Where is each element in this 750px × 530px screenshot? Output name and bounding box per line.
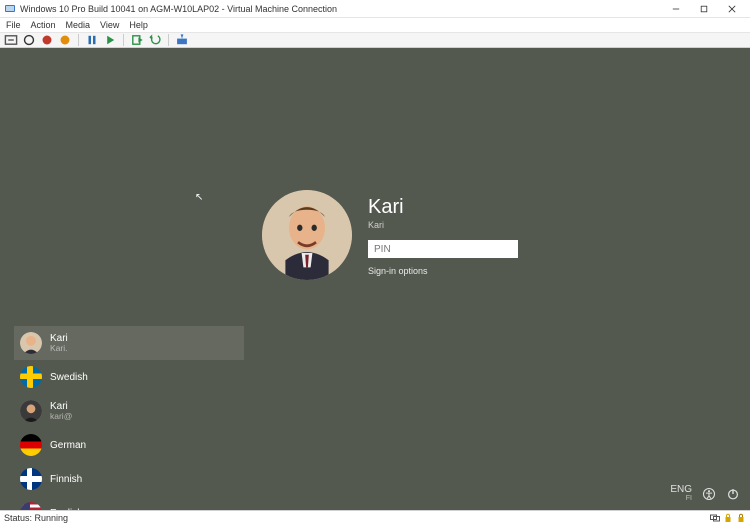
display-config-icon[interactable] <box>710 513 720 523</box>
window-close-button[interactable] <box>718 0 746 18</box>
toolbar-separator <box>123 34 124 46</box>
turn-off-button[interactable] <box>22 33 36 47</box>
mouse-cursor-icon: ↖ <box>195 192 203 203</box>
window-maximize-button[interactable] <box>690 0 718 18</box>
window-titlebar: Windows 10 Pro Build 10041 on AGM-W10LAP… <box>0 0 750 18</box>
user-item-kari-2[interactable]: Kari kari@ <box>14 394 244 428</box>
security-icon[interactable] <box>723 513 733 523</box>
toolbar-separator <box>78 34 79 46</box>
user-name: Swedish <box>50 372 88 383</box>
revert-button[interactable] <box>148 33 162 47</box>
lock-screen-controls: ENG FI <box>670 485 740 502</box>
menubar: File Action Media View Help <box>0 18 750 32</box>
ease-of-access-button[interactable] <box>702 487 716 501</box>
menu-media[interactable]: Media <box>66 20 91 30</box>
user-name: Finnish <box>50 474 82 485</box>
login-center: Kari Kari Sign-in options <box>262 190 518 280</box>
window-title: Windows 10 Pro Build 10041 on AGM-W10LAP… <box>20 4 337 14</box>
status-text: Status: Running <box>4 513 68 523</box>
selected-user-avatar <box>262 190 352 280</box>
shut-down-button[interactable] <box>40 33 54 47</box>
menu-help[interactable]: Help <box>129 20 148 30</box>
user-item-finnish[interactable]: Finnish <box>14 462 244 496</box>
lock-icon[interactable] <box>736 513 746 523</box>
ctrl-alt-del-button[interactable] <box>4 33 18 47</box>
reset-button[interactable] <box>103 33 117 47</box>
sweden-flag-icon <box>20 366 42 388</box>
share-button[interactable] <box>175 33 189 47</box>
statusbar: Status: Running <box>0 510 750 524</box>
finland-flag-icon <box>20 468 42 490</box>
lang-primary: ENG <box>670 485 692 495</box>
language-switcher[interactable]: ENG FI <box>670 485 692 502</box>
toolbar <box>0 32 750 48</box>
user-sub: Kari. <box>50 344 68 353</box>
checkpoint-button[interactable] <box>130 33 144 47</box>
user-item-kari[interactable]: Kari Kari. <box>14 326 244 360</box>
selected-user-name: Kari <box>368 196 518 219</box>
user-name: German <box>50 440 86 451</box>
lang-secondary: FI <box>670 495 692 502</box>
window-minimize-button[interactable] <box>662 0 690 18</box>
power-button[interactable] <box>726 487 740 501</box>
avatar <box>20 332 42 354</box>
user-item-german[interactable]: German <box>14 428 244 462</box>
menu-file[interactable]: File <box>6 20 21 30</box>
menu-action[interactable]: Action <box>31 20 56 30</box>
pin-input[interactable] <box>368 240 518 258</box>
selected-user-email: Kari <box>368 220 518 230</box>
save-button[interactable] <box>58 33 72 47</box>
user-sub: kari@ <box>50 412 72 421</box>
guest-lock-screen: ↖ Kari Kari Sign-in options <box>0 48 750 510</box>
menu-view[interactable]: View <box>100 20 119 30</box>
user-item-swedish[interactable]: Swedish <box>14 360 244 394</box>
status-tray <box>710 513 746 523</box>
germany-flag-icon <box>20 434 42 456</box>
sign-in-options-link[interactable]: Sign-in options <box>368 266 518 276</box>
pause-button[interactable] <box>85 33 99 47</box>
login-block: Kari Kari Sign-in options <box>368 190 518 276</box>
user-accounts-list: Kari Kari. Swedish Kari kari@ German <box>14 326 244 530</box>
toolbar-separator <box>168 34 169 46</box>
avatar <box>20 400 42 422</box>
hyperv-app-icon <box>4 3 16 15</box>
